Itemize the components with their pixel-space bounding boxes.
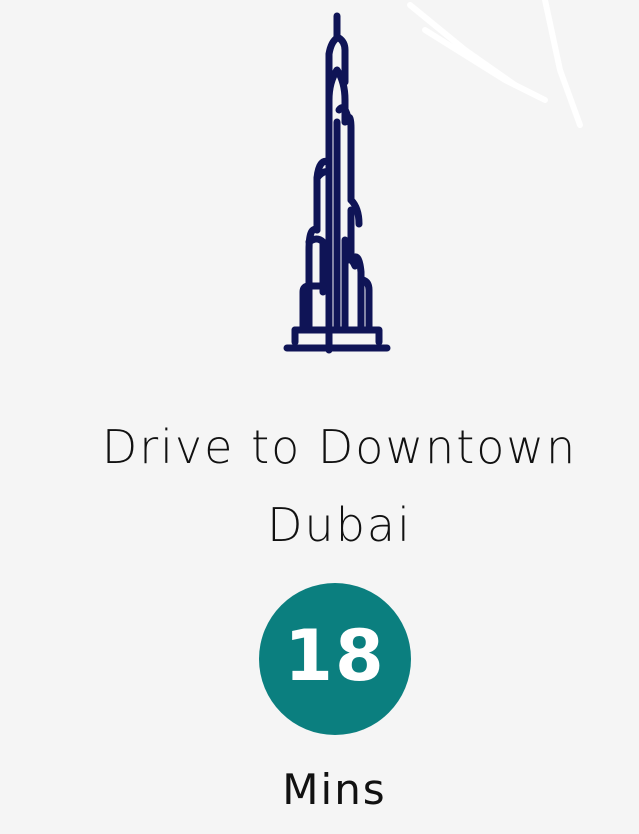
duration-badge: 18	[259, 583, 411, 735]
duration-unit: Mins	[282, 765, 387, 814]
watermark-icon	[407, 0, 583, 128]
duration-value: 18	[284, 615, 386, 697]
destination-line-2: Dubai	[267, 498, 412, 552]
destination-line-1: Drive to Downtown	[101, 420, 578, 474]
destination-title: Drive to Downtown Dubai	[40, 408, 639, 564]
burj-khalifa-tower-icon	[283, 12, 391, 354]
